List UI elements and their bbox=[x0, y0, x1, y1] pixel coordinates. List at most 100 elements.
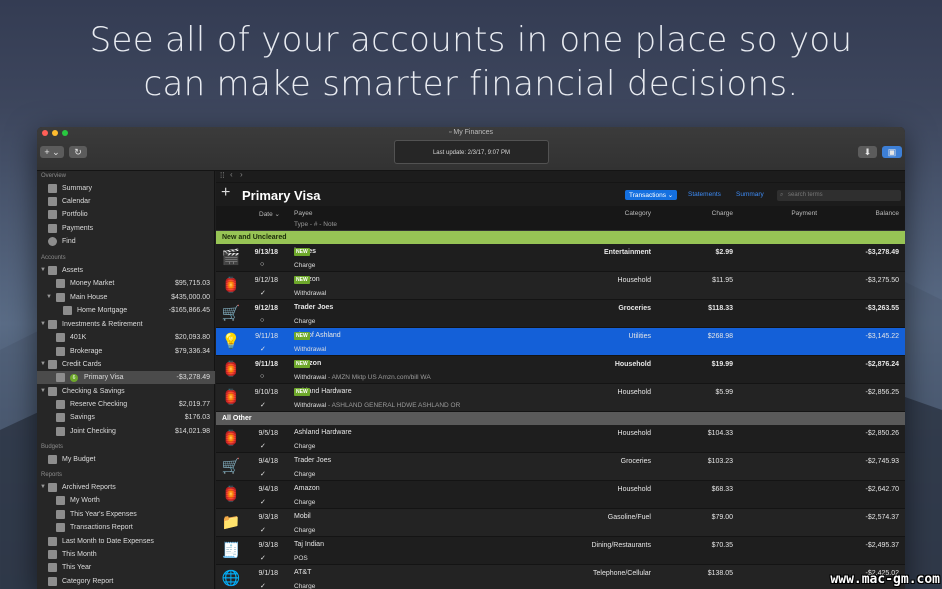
sidebar-group-investments[interactable]: ▼ Investments & Retirement bbox=[37, 318, 215, 331]
report-icon bbox=[48, 577, 57, 586]
tab-summary[interactable]: Summary bbox=[736, 191, 764, 198]
table-row[interactable]: 🏮 9/4/18 ✓ Amazon Charge Household $68.33 -$2,6… bbox=[216, 481, 905, 509]
sidebar-item-home-mortgage[interactable]: Home Mortgage -$165,866.45 bbox=[37, 304, 215, 317]
disclosure-triangle-icon[interactable]: ▼ bbox=[40, 318, 46, 331]
sidebar-item-my-budget[interactable]: My Budget bbox=[37, 453, 215, 466]
table-row[interactable]: 🛒 9/12/18 ○ Trader Joes Charge Groceries $118.… bbox=[216, 300, 905, 328]
cleared-status-icon[interactable]: ✓ bbox=[260, 498, 266, 506]
table-row[interactable]: 🎬 9/13/18 ○ NEWiTunes Charge Entertainment $2.… bbox=[216, 244, 905, 272]
table-row[interactable]: 🏮 9/5/18 ✓ Ashland Hardware Charge Household $… bbox=[216, 425, 905, 453]
type-name: Charge bbox=[294, 471, 316, 478]
back-arrow-icon[interactable]: ‹ bbox=[230, 170, 233, 179]
cleared-status-icon[interactable]: ✓ bbox=[260, 526, 266, 534]
cleared-status-icon[interactable]: ✓ bbox=[260, 470, 266, 478]
cleared-status-icon[interactable]: ✓ bbox=[260, 442, 266, 450]
cleared-status-icon[interactable]: ✓ bbox=[260, 289, 266, 297]
sidebar-item-portfolio[interactable]: Portfolio bbox=[37, 208, 215, 221]
hero-headline: See all of your accounts in one place so… bbox=[0, 18, 942, 106]
cleared-status-icon[interactable]: ✓ bbox=[260, 401, 266, 409]
category-cell: Household bbox=[617, 486, 651, 493]
sidebar-item-reserve-checking[interactable]: Reserve Checking $2,019.77 bbox=[37, 398, 215, 411]
cleared-status-icon[interactable]: ✓ bbox=[260, 554, 266, 562]
sidebar-item-last-month-to-date[interactable]: Last Month to Date Expenses bbox=[37, 535, 215, 548]
sidebar-item-money-market[interactable]: Money Market $95,715.03 bbox=[37, 277, 215, 290]
type-cell: Charge bbox=[294, 527, 315, 534]
table-row[interactable]: 🏮 9/10/18 ✓ NEW Ashland Hardware Withdrawal -… bbox=[216, 384, 905, 412]
sidebar-item-category-report[interactable]: Category Report bbox=[37, 575, 215, 588]
column-payee[interactable]: Payee bbox=[294, 210, 312, 217]
sidebar-item-my-worth[interactable]: My Worth bbox=[37, 494, 215, 507]
sidebar-item-this-year[interactable]: This Year bbox=[37, 561, 215, 574]
cleared-status-icon[interactable]: ○ bbox=[260, 317, 264, 324]
sidebar-item-401k[interactable]: 401K $20,093.80 bbox=[37, 331, 215, 344]
column-date[interactable]: Date ⌄ bbox=[259, 210, 280, 218]
app-window: ▫ My Finances + ⌄ ↻ Last update: 2/3/17,… bbox=[37, 127, 905, 589]
credit-card-icon bbox=[56, 373, 65, 382]
sidebar-item-find[interactable]: Find bbox=[37, 235, 215, 248]
sidebar-item-this-month[interactable]: This Month bbox=[37, 548, 215, 561]
column-category[interactable]: Category bbox=[625, 210, 651, 217]
cleared-status-icon[interactable]: ○ bbox=[260, 373, 264, 380]
cleared-status-icon[interactable]: ○ bbox=[260, 261, 264, 268]
download-icon[interactable]: ⬇ bbox=[858, 146, 877, 158]
sidebar-item-payments[interactable]: Payments bbox=[37, 222, 215, 235]
type-name: Charge bbox=[294, 318, 316, 325]
sidebar-item-main-house[interactable]: ▼ Main House $435,000.00 bbox=[37, 291, 215, 304]
tab-transactions[interactable]: Transactions ⌄ bbox=[625, 190, 678, 200]
chart-icon bbox=[48, 210, 57, 219]
grid-handle-icon[interactable]: ⁞⁞ bbox=[220, 171, 224, 180]
folder-icon bbox=[48, 360, 57, 369]
type-name: Charge bbox=[294, 443, 316, 450]
payee-icon: 🏮 bbox=[221, 277, 241, 294]
disclosure-triangle-icon[interactable]: ▼ bbox=[40, 358, 46, 371]
sidebar: Overview Summary Calendar Portfolio Paym… bbox=[37, 171, 215, 589]
sidebar-item-brokerage[interactable]: Brokerage $79,336.34 bbox=[37, 345, 215, 358]
cleared-status-icon[interactable]: ✓ bbox=[260, 345, 266, 353]
overview-section-label: Overview bbox=[41, 173, 67, 179]
sidebar-item-this-years-expenses[interactable]: This Year's Expenses bbox=[37, 508, 215, 521]
column-payment[interactable]: Payment bbox=[791, 210, 817, 217]
type-name: Withdrawal bbox=[294, 290, 327, 297]
bank-icon bbox=[48, 184, 57, 193]
add-transaction-icon[interactable]: + bbox=[221, 184, 230, 202]
table-row[interactable]: 🛒 9/4/18 ✓ Trader Joes Charge Groceries $103.2… bbox=[216, 453, 905, 481]
disclosure-triangle-icon[interactable]: ▼ bbox=[40, 385, 46, 398]
sidebar-item-transactions-report[interactable]: Transactions Report bbox=[37, 521, 215, 534]
column-charge[interactable]: Charge bbox=[712, 210, 733, 217]
sidebar-item-savings[interactable]: Savings $176.03 bbox=[37, 411, 215, 424]
date-cell: 9/10/18 bbox=[254, 389, 278, 396]
refresh-button[interactable]: ↻ bbox=[69, 146, 87, 158]
sidebar-group-credit-cards[interactable]: ▼ Credit Cards bbox=[37, 358, 215, 371]
payee-cell: Amazon bbox=[294, 485, 320, 492]
tab-statements[interactable]: Statements bbox=[688, 191, 721, 198]
table-row[interactable]: 💡 9/11/18 ✓ NEW City of Ashland Withdrawal Uti… bbox=[216, 328, 905, 356]
sidebar-item-joint-checking[interactable]: Joint Checking $14,021.98 bbox=[37, 425, 215, 438]
disclosure-triangle-icon[interactable]: ▼ bbox=[40, 264, 46, 277]
sidebar-toggle-icon[interactable]: ▣ bbox=[882, 146, 902, 158]
table-row[interactable]: 🏮 9/11/18 ○ NEWAmazon Withdrawal - AMZN Mktp… bbox=[216, 356, 905, 384]
memo-text: - AMZN Mktp US Amzn.com/bill WA bbox=[326, 374, 431, 381]
sidebar-item-summary[interactable]: Summary bbox=[37, 182, 215, 195]
table-row[interactable]: 🏮 9/12/18 ✓ NEWAmazon Withdrawal Household $11… bbox=[216, 272, 905, 300]
table-row[interactable]: 🧾 9/3/18 ✓ Taj Indian POS Dining/Restaurants $… bbox=[216, 537, 905, 565]
disclosure-triangle-icon[interactable]: ▼ bbox=[46, 291, 52, 304]
type-name: Withdrawal bbox=[294, 402, 327, 409]
table-row[interactable]: 📁 9/3/18 ✓ Mobil Charge Gasoline/Fuel $79.00 -$… bbox=[216, 509, 905, 537]
sidebar-group-archived-reports[interactable]: ▼ Archived Reports bbox=[37, 481, 215, 494]
sidebar-group-checking[interactable]: ▼ Checking & Savings bbox=[37, 385, 215, 398]
type-name: Charge bbox=[294, 499, 316, 506]
magnifier-icon bbox=[48, 237, 57, 246]
table-row[interactable]: 🌐 9/1/18 ✓ AT&T Charge Telephone/Cellular $138… bbox=[216, 565, 905, 589]
type-name: Charge bbox=[294, 583, 316, 589]
sidebar-item-primary-visa[interactable]: 6 Primary Visa -$3,278.49 bbox=[37, 371, 215, 384]
add-button[interactable]: + ⌄ bbox=[40, 146, 64, 158]
search-input[interactable]: ⌕ search terms bbox=[777, 190, 901, 201]
forward-arrow-icon[interactable]: › bbox=[240, 170, 243, 179]
column-balance[interactable]: Balance bbox=[876, 210, 900, 217]
disclosure-triangle-icon[interactable]: ▼ bbox=[40, 481, 46, 494]
account-title: Primary Visa bbox=[242, 188, 321, 203]
sidebar-group-assets[interactable]: ▼ Assets bbox=[37, 264, 215, 277]
payee-name: AT&T bbox=[294, 569, 312, 576]
sidebar-item-calendar[interactable]: Calendar bbox=[37, 195, 215, 208]
cleared-status-icon[interactable]: ✓ bbox=[260, 582, 266, 589]
